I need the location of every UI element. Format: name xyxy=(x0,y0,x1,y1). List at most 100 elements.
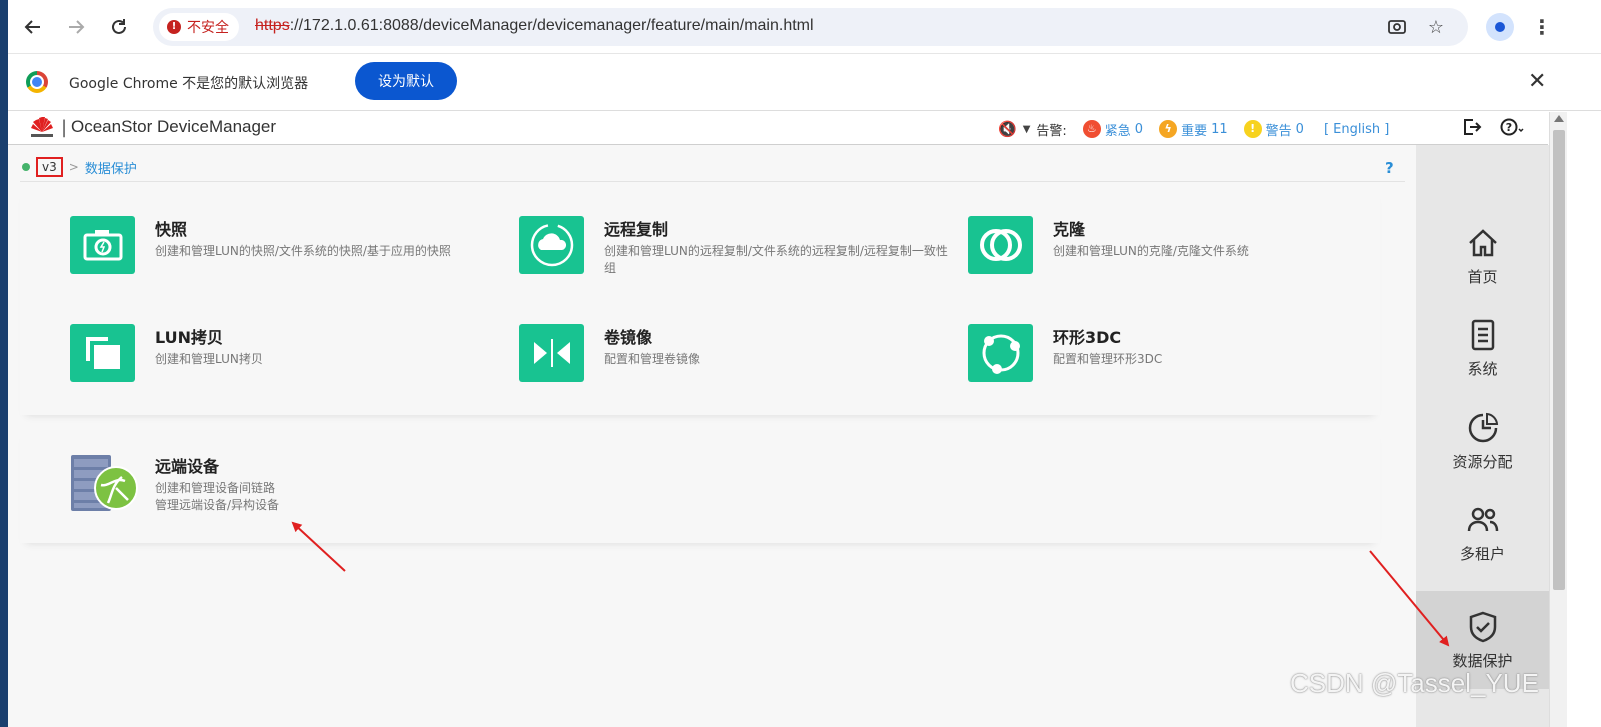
alarm-major-label: 重要 xyxy=(1181,123,1208,139)
forward-arrow-icon[interactable] xyxy=(63,14,89,40)
set-default-button[interactable]: 设为默认 xyxy=(355,62,457,100)
alarm-warning[interactable]: ! 警告 0 xyxy=(1243,120,1304,139)
feature-title: LUN拷贝 xyxy=(155,328,224,347)
app-title: OceanStor DeviceManager xyxy=(71,117,277,136)
breadcrumb-current: 数据保护 xyxy=(84,161,137,177)
ring-3dc-icon[interactable] xyxy=(968,324,1033,382)
feature-title: 环形3DC xyxy=(1053,328,1122,347)
app-header: | OceanStor DeviceManager 🔇 ▼ 告警: ♨ 紧急 0… xyxy=(8,112,1548,145)
remote-device-panel: 远端设备 创建和管理设备间链路 管理远端设备/异构设备 xyxy=(20,427,1380,543)
nav-label: 多租户 xyxy=(1459,544,1505,563)
dropdown-caret-icon[interactable]: ▼ xyxy=(1023,124,1031,135)
shield-check-icon xyxy=(1469,611,1496,642)
svg-text:?: ? xyxy=(1506,121,1512,134)
more-menu-icon[interactable]: ⋮ xyxy=(1530,14,1554,40)
desktop-edge xyxy=(0,0,8,727)
reload-icon[interactable] xyxy=(106,14,132,40)
feature-title: 克隆 xyxy=(1053,220,1086,239)
feature-clone[interactable]: 克隆 创建和管理LUN的克隆/克隆文件系统 xyxy=(968,216,1408,296)
feature-remote-replication[interactable]: 远程复制 创建和管理LUN的远程复制/文件系统的远程复制/远程复制一致性组 xyxy=(519,216,959,296)
close-icon[interactable]: ✕ xyxy=(1528,69,1546,94)
huawei-logo-icon xyxy=(31,117,53,137)
lens-icon[interactable] xyxy=(1386,17,1408,39)
scroll-up-arrow-icon[interactable] xyxy=(1554,115,1564,122)
resource-chart-icon xyxy=(1468,412,1498,442)
lightning-icon: ϟ xyxy=(1159,120,1178,138)
infobar-text: Google Chrome 不是您的默认浏览器 xyxy=(69,76,309,92)
alarm-major[interactable]: ϟ 重要 11 xyxy=(1159,120,1228,139)
alarm-summary: 🔇 ▼ 告警: ♨ 紧急 0 ϟ 重要 11 ! 警告 0 [ English … xyxy=(998,118,1389,140)
breadcrumb-divider xyxy=(20,181,1405,182)
feature-description: 创建和管理LUN拷贝 xyxy=(155,352,263,366)
feature-description: 配置和管理卷镜像 xyxy=(604,352,701,366)
feature-snapshot[interactable]: 快照 创建和管理LUN的快照/文件系统的快照/基于应用的快照 xyxy=(70,216,510,296)
alarm-critical-count: 0 xyxy=(1134,121,1144,137)
page-scrollbar[interactable] xyxy=(1549,112,1567,727)
scroll-thumb[interactable] xyxy=(1553,130,1565,590)
nav-item-system[interactable]: 系统 xyxy=(1416,302,1549,394)
browser-toolbar: ! 不安全 https://172.1.0.61:8088/deviceMana… xyxy=(8,0,1601,54)
copy-squares-icon[interactable] xyxy=(70,324,135,382)
security-label: 不安全 xyxy=(187,20,229,36)
tenants-icon xyxy=(1467,507,1498,531)
address-bar[interactable]: ! 不安全 https://172.1.0.61:8088/deviceMana… xyxy=(153,8,1468,46)
feature-title: 远端设备 xyxy=(155,457,220,476)
url-path: ://172.1.0.61:8088/deviceManager/devicem… xyxy=(289,17,814,34)
breadcrumb: v3 > 数据保护 xyxy=(22,157,137,177)
header-divider: | xyxy=(61,117,68,138)
flame-icon: ♨ xyxy=(1082,120,1101,138)
nav-item-resource[interactable]: 资源分配 xyxy=(1416,395,1549,487)
breadcrumb-chevron-icon: > xyxy=(68,160,79,174)
speaker-mute-icon[interactable]: 🔇 xyxy=(998,120,1017,138)
help-menu-icon[interactable]: ? xyxy=(1500,118,1526,141)
nav-label: 资源分配 xyxy=(1452,452,1513,471)
clone-rings-icon[interactable] xyxy=(968,216,1033,274)
alarm-major-count: 11 xyxy=(1211,121,1228,137)
feature-lun-copy[interactable]: LUN拷贝 创建和管理LUN拷贝 xyxy=(70,324,510,404)
feature-title: 远程复制 xyxy=(604,220,669,239)
system-doc-icon xyxy=(1471,319,1494,350)
alarm-label: 告警: xyxy=(1036,123,1067,139)
browser-window: ! 不安全 https://172.1.0.61:8088/deviceMana… xyxy=(8,0,1601,727)
camera-icon[interactable] xyxy=(70,216,135,274)
alarm-critical-label: 紧急 xyxy=(1104,123,1131,139)
nav-item-home[interactable]: 首页 xyxy=(1416,210,1549,302)
breadcrumb-home[interactable]: v3 xyxy=(36,157,63,177)
alarm-warning-label: 警告 xyxy=(1265,123,1292,139)
back-arrow-icon[interactable] xyxy=(20,14,46,40)
right-nav: 首页 系统 资源分配 多租户 数据保护 xyxy=(1416,145,1549,727)
language-switch[interactable]: [ English ] xyxy=(1324,122,1389,137)
description-line: 管理远端设备/异构设备 xyxy=(155,498,280,512)
nav-label: 系统 xyxy=(1467,359,1498,378)
url-text[interactable]: https://172.1.0.61:8088/deviceManager/de… xyxy=(255,17,814,35)
feature-description: 创建和管理设备间链路 管理远端设备/异构设备 xyxy=(155,480,510,514)
feature-title: 快照 xyxy=(155,220,188,239)
exclamation-icon: ! xyxy=(1243,120,1262,138)
home-icon xyxy=(1468,228,1497,256)
feature-remote-device[interactable]: 远端设备 创建和管理设备间链路 管理远端设备/异构设备 xyxy=(68,453,508,533)
feature-description: 配置和管理环形3DC xyxy=(1053,352,1163,366)
mirror-icon[interactable] xyxy=(519,324,584,382)
watermark: CSDN @Tassel_YUE xyxy=(1290,668,1539,698)
url-scheme: https xyxy=(255,17,290,34)
main-content: v3 > 数据保护 ? 快照 创建和管理LUN的快照/文件系统的快照/基于应用的… xyxy=(8,145,1416,727)
warning-icon: ! xyxy=(167,20,181,34)
nav-item-tenants[interactable]: 多租户 xyxy=(1416,487,1549,579)
feature-description: 创建和管理LUN的快照/文件系统的快照/基于应用的快照 xyxy=(155,244,451,258)
feature-description: 创建和管理LUN的远程复制/文件系统的远程复制/远程复制一致性组 xyxy=(604,244,948,275)
server-globe-icon[interactable] xyxy=(68,453,138,513)
alarm-critical[interactable]: ♨ 紧急 0 xyxy=(1082,120,1144,139)
status-dot-icon xyxy=(22,163,30,171)
profile-avatar-icon[interactable] xyxy=(1486,13,1514,41)
default-browser-infobar: Google Chrome 不是您的默认浏览器 设为默认 ✕ xyxy=(8,55,1601,111)
star-bookmark-icon[interactable]: ☆ xyxy=(1425,17,1447,39)
security-chip[interactable]: ! 不安全 xyxy=(159,13,239,41)
data-protection-features-panel: 快照 创建和管理LUN的快照/文件系统的快照/基于应用的快照 远程复制 创建和管… xyxy=(20,187,1380,415)
feature-volume-mirror[interactable]: 卷镜像 配置和管理卷镜像 xyxy=(519,324,959,404)
feature-title: 卷镜像 xyxy=(604,328,653,347)
page-help-icon[interactable]: ? xyxy=(1385,159,1394,177)
cloud-sync-icon[interactable] xyxy=(519,216,584,274)
nav-label: 首页 xyxy=(1467,267,1498,286)
logout-icon[interactable] xyxy=(1462,118,1482,141)
feature-ring-3dc[interactable]: 环形3DC 配置和管理环形3DC xyxy=(968,324,1408,404)
